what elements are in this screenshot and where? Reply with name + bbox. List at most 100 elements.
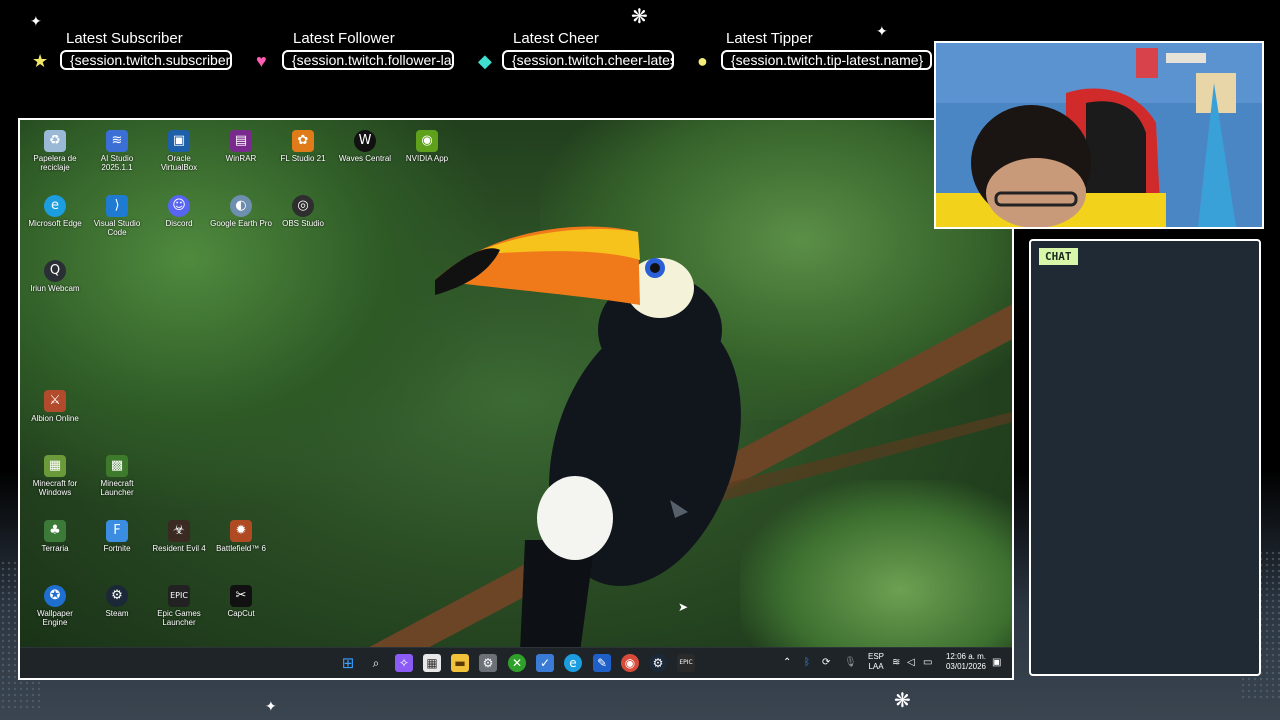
settings-icon[interactable]: ⚙ (479, 654, 497, 672)
microphone-icon[interactable]: 🎙 (844, 648, 857, 678)
latest-cheer-value: {session.twitch.cheer-latest.name} (502, 50, 674, 70)
desktop-icon-iriun-webcam[interactable]: Q Iriun Webcam (24, 260, 86, 293)
desktop-icon-discord[interactable]: ☺ Discord (148, 195, 210, 228)
desktop-icon-albion-online[interactable]: ⚔ Albion Online (24, 390, 86, 423)
wifi-icon[interactable]: ≋ (892, 648, 900, 678)
desktop-icon-label: FL Studio 21 (280, 154, 326, 163)
obs-icon: ◎ (292, 195, 314, 217)
desktop-icon-label: Albion Online (31, 414, 79, 423)
webcam-icon: Q (44, 260, 66, 282)
file-explorer-icon[interactable]: ▬ (451, 654, 469, 672)
desktop-icon-capcut[interactable]: ✂ CapCut (210, 585, 272, 618)
desktop-icon-winrar[interactable]: ▤ WinRAR (210, 130, 272, 163)
calendar-icon[interactable]: ▦ (423, 654, 441, 672)
desktop-icon-battlefield-6[interactable]: ✹ Battlefield™ 6 (210, 520, 272, 553)
desktop-icon-obs-studio[interactable]: ◎ OBS Studio (272, 195, 334, 228)
desktop-icon-label: Visual Studio Code (93, 219, 141, 237)
bluetooth-icon[interactable]: ᛒ (804, 648, 810, 678)
steam-icon[interactable]: ⚙ (649, 654, 667, 672)
ai-studio-icon: ≋ (106, 130, 128, 152)
desktop-icon-epic-games[interactable]: EPIC Epic Games Launcher (148, 585, 210, 627)
clock-time: 12:06 a. m. (945, 652, 986, 661)
language-code: ESP (867, 652, 884, 661)
desktop-icon-label: Terraria (41, 544, 69, 553)
desktop-icon-fl-studio[interactable]: ✿ FL Studio 21 (272, 130, 334, 163)
minecraft-launcher-icon: ▩ (106, 455, 128, 477)
desktop-icon-label: WinRAR (225, 154, 257, 163)
clock[interactable]: 12:06 a. m. 03/01/2026 (942, 652, 986, 678)
discord-icon: ☺ (168, 195, 190, 217)
language-indicator[interactable]: ESP LAA (866, 652, 886, 678)
webcam-feed (934, 41, 1264, 229)
tray-chevron-icon[interactable]: ⌃ (783, 648, 791, 678)
winrar-icon: ▤ (230, 130, 252, 152)
latest-tipper-title: Latest Tipper (726, 30, 813, 47)
desktop-icon-label: Iriun Webcam (30, 284, 80, 293)
desktop-icon-waves-central[interactable]: W Waves Central (334, 130, 396, 163)
desktop-icon-label: Resident Evil 4 (152, 544, 206, 553)
desktop-icon-label: Steam (105, 609, 129, 618)
search-icon[interactable]: ⌕ (367, 654, 385, 672)
clock-date: 03/01/2026 (945, 662, 986, 671)
edge-icon[interactable]: e (564, 654, 582, 672)
windows-start-icon[interactable]: ⊞ (339, 654, 357, 672)
nvidia-icon: ◉ (416, 130, 438, 152)
latest-subscriber-title: Latest Subscriber (66, 30, 183, 47)
desktop-icon-label: Fortnite (103, 544, 131, 553)
epic-games-icon[interactable]: EPIC (677, 654, 695, 672)
desktop-icon-label: Battlefield™ 6 (216, 544, 266, 553)
desktop-icon-label: Wallpaper Engine (37, 609, 73, 627)
sparkle-icon: ✦ (30, 13, 42, 29)
desktop-icon-wallpaper-engine[interactable]: ✪ Wallpaper Engine (24, 585, 86, 627)
desktop-icon-label: Microsoft Edge (28, 219, 82, 228)
minecraft-icon: ▦ (44, 455, 66, 477)
desktop-icon-minecraft-windows[interactable]: ▦ Minecraft for Windows (24, 455, 86, 497)
desktop-icon-label: Oracle VirtualBox (160, 154, 198, 172)
epic-games-icon: EPIC (168, 585, 190, 607)
xbox-icon[interactable]: ✕ (508, 654, 526, 672)
sparkle-icon: ❋ (894, 690, 911, 712)
battery-icon[interactable]: ▭ (923, 648, 932, 678)
volume-icon[interactable]: ◁ (907, 648, 915, 678)
desktop-icon-microsoft-edge[interactable]: e Microsoft Edge (24, 195, 86, 228)
steam-icon: ⚙ (106, 585, 128, 607)
coin-icon: ● (697, 51, 708, 71)
desktop-icon-google-earth-pro[interactable]: ◐ Google Earth Pro (210, 195, 272, 228)
todo-icon[interactable]: ✓ (536, 654, 554, 672)
desktop-icon-label: AI Studio 2025.1.1 (100, 154, 134, 172)
desktop-icon-label: Epic Games Launcher (157, 609, 201, 627)
wallpaper-engine-icon: ✪ (44, 585, 66, 607)
edge-icon: e (44, 195, 66, 217)
gem-icon: ◆ (478, 51, 492, 71)
desktop-icon-nvidia-app[interactable]: ◉ NVIDIA App (396, 130, 458, 163)
desktop-icon-virtualbox[interactable]: ▣ Oracle VirtualBox (148, 130, 210, 172)
desktop-icon-terraria[interactable]: ♣ Terraria (24, 520, 86, 553)
desktop-icon-minecraft-launcher[interactable]: ▩ Minecraft Launcher (86, 455, 148, 497)
desktop-icon-recycle-bin[interactable]: ♻ Papelera de reciclaje (24, 130, 86, 172)
fl-studio-icon: ✿ (292, 130, 314, 152)
desktop-icon-fortnite[interactable]: F Fortnite (86, 520, 148, 553)
latest-cheer-title: Latest Cheer (513, 30, 599, 47)
fortnite-icon: F (106, 520, 128, 542)
windows-taskbar: ⊞ ⌕ ✧ ▦ ▬ ⚙ ✕ ✓ e ✎ ◉ ⚙ EPIC ⌃ ᛒ ⟳ 🎙 ESP… (20, 647, 1012, 678)
copilot-icon[interactable]: ✧ (395, 654, 413, 672)
webcam-image (936, 43, 1262, 227)
waves-icon: W (354, 130, 376, 152)
sync-icon[interactable]: ⟳ (822, 648, 830, 678)
desktop-icon-ai-studio[interactable]: ≋ AI Studio 2025.1.1 (86, 130, 148, 172)
desktop-capture: ♻ Papelera de reciclaje ≋ AI Studio 2025… (18, 118, 1014, 680)
virtualbox-icon: ▣ (168, 130, 190, 152)
latest-follower-value: {session.twitch.follower-latest.name} (282, 50, 454, 70)
chrome-icon[interactable]: ◉ (621, 654, 639, 672)
desktop-icon-label: Minecraft for Windows (32, 479, 78, 497)
sparkle-icon: ❋ (631, 6, 648, 28)
desktop-icon-resident-evil-4[interactable]: ☣ Resident Evil 4 (148, 520, 210, 553)
keyboard-layout: LAA (868, 662, 884, 671)
editor-icon[interactable]: ✎ (593, 654, 611, 672)
terraria-icon: ♣ (44, 520, 66, 542)
desktop-icon-steam[interactable]: ⚙ Steam (86, 585, 148, 618)
latest-subscriber-value: {session.twitch.subscriber-latest.name} (60, 50, 232, 70)
desktop-icon-vscode[interactable]: ⟩ Visual Studio Code (86, 195, 148, 237)
desktop-icon-label: CapCut (227, 609, 255, 618)
notification-icon[interactable]: ▣ (992, 648, 1001, 678)
